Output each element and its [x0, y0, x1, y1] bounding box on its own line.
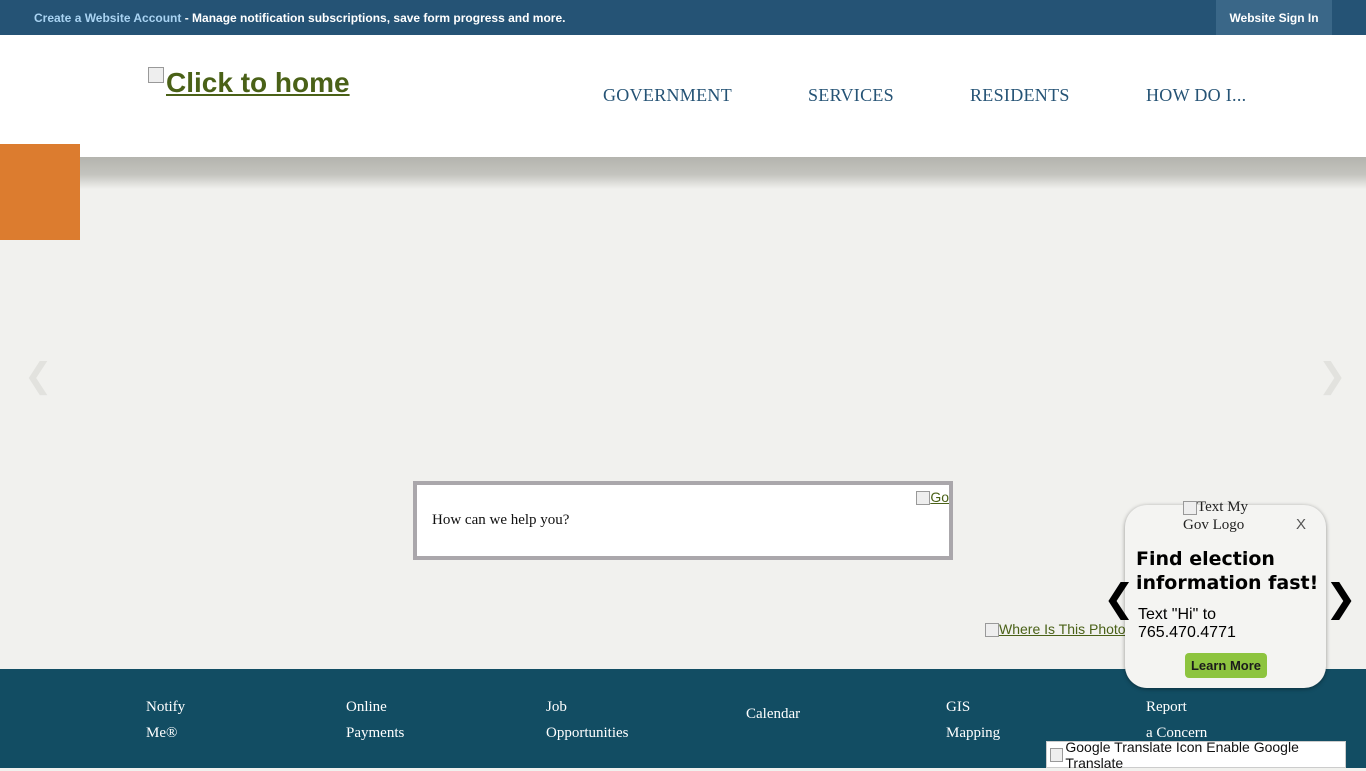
header-shadow [0, 157, 1366, 189]
search-go-button[interactable]: Go [916, 489, 949, 506]
quick-link-line: Online [346, 699, 387, 715]
quick-link-line: GIS [946, 699, 971, 715]
quick-link-line: Notify [146, 699, 186, 715]
home-logo-link[interactable]: Click to home [148, 67, 350, 99]
logo-alt-text: Click to home [166, 67, 350, 98]
broken-image-icon [916, 491, 931, 506]
logo-alt-line: Gov Logo [1183, 517, 1245, 533]
popup-text-line: Text "Hi" to [1138, 606, 1217, 623]
quick-link-line: Job [546, 699, 567, 715]
learn-more-button[interactable]: Learn More [1185, 653, 1267, 678]
broken-image-icon [1050, 747, 1064, 762]
text-my-gov-popup: Text My Gov Logo X Find election informa… [1125, 499, 1326, 688]
translate-text: Google Translate Icon Enable Google Tran… [1065, 738, 1299, 771]
quick-link-line: Payments [346, 725, 405, 741]
logo-alt-line: Text My [1183, 498, 1248, 516]
quick-link-calendar[interactable]: Calendar [746, 701, 800, 727]
top-account-bar: Create a Website Account - Manage notifi… [0, 0, 1366, 35]
accent-block [0, 144, 80, 240]
quick-link-line: Opportunities [546, 725, 629, 741]
quick-link-notify-me[interactable]: Notify Me® [146, 694, 185, 746]
quick-link-line: Calendar [746, 706, 801, 722]
quick-link-line: Me® [146, 725, 178, 741]
slider-prev-icon[interactable]: ❮ [24, 356, 53, 396]
nav-government[interactable]: GOVERNMENT [603, 85, 732, 106]
quick-link-online-payments[interactable]: Online Payments [346, 694, 404, 746]
site-header: Click to home GOVERNMENT SERVICES RESIDE… [0, 35, 1366, 157]
sign-in-button[interactable]: Website Sign In [1216, 0, 1332, 35]
popup-heading: Find election information fast! [1136, 548, 1319, 594]
nav-services[interactable]: SERVICES [808, 85, 894, 106]
nav-residents[interactable]: RESIDENTS [970, 85, 1070, 106]
site-search: How can we help you? Go [413, 481, 953, 560]
create-account-link[interactable]: Create a Website Account [34, 11, 181, 25]
quick-link-line: Mapping [946, 725, 1001, 741]
popup-prev-icon[interactable]: ❮ [1103, 576, 1135, 620]
popup-phone-number: 765.470.4771 [1138, 624, 1236, 641]
broken-image-icon [148, 67, 164, 83]
slider-next-icon[interactable]: ❯ [1318, 356, 1347, 396]
where-is-this-photo-link[interactable]: Where Is This Photo [985, 621, 1126, 638]
broken-image-icon [985, 623, 999, 638]
search-input[interactable]: How can we help you? [432, 512, 569, 529]
broken-image-icon [1183, 500, 1197, 515]
account-message: Create a Website Account - Manage notifi… [34, 11, 565, 25]
go-alt-text: Go [930, 489, 949, 505]
where-photo-text: Where Is This Photo [999, 621, 1126, 637]
popup-next-icon[interactable]: ❯ [1325, 576, 1357, 620]
quick-link-line: Report [1146, 699, 1187, 715]
quick-link-job-opportunities[interactable]: Job Opportunities [546, 694, 629, 746]
google-translate-button[interactable]: Google Translate Icon Enable Google Tran… [1046, 738, 1346, 771]
text-my-gov-logo: Text My Gov Logo [1183, 498, 1248, 534]
logo-alt-text: Text My [1197, 499, 1249, 515]
popup-text: Text "Hi" to 765.470.4771 [1138, 606, 1236, 642]
nav-how-do-i[interactable]: HOW DO I... [1146, 85, 1246, 106]
account-message-text: - Manage notification subscriptions, sav… [181, 11, 566, 25]
quick-link-gis-mapping[interactable]: GIS Mapping [946, 694, 1000, 746]
popup-close-button[interactable]: X [1296, 516, 1306, 533]
